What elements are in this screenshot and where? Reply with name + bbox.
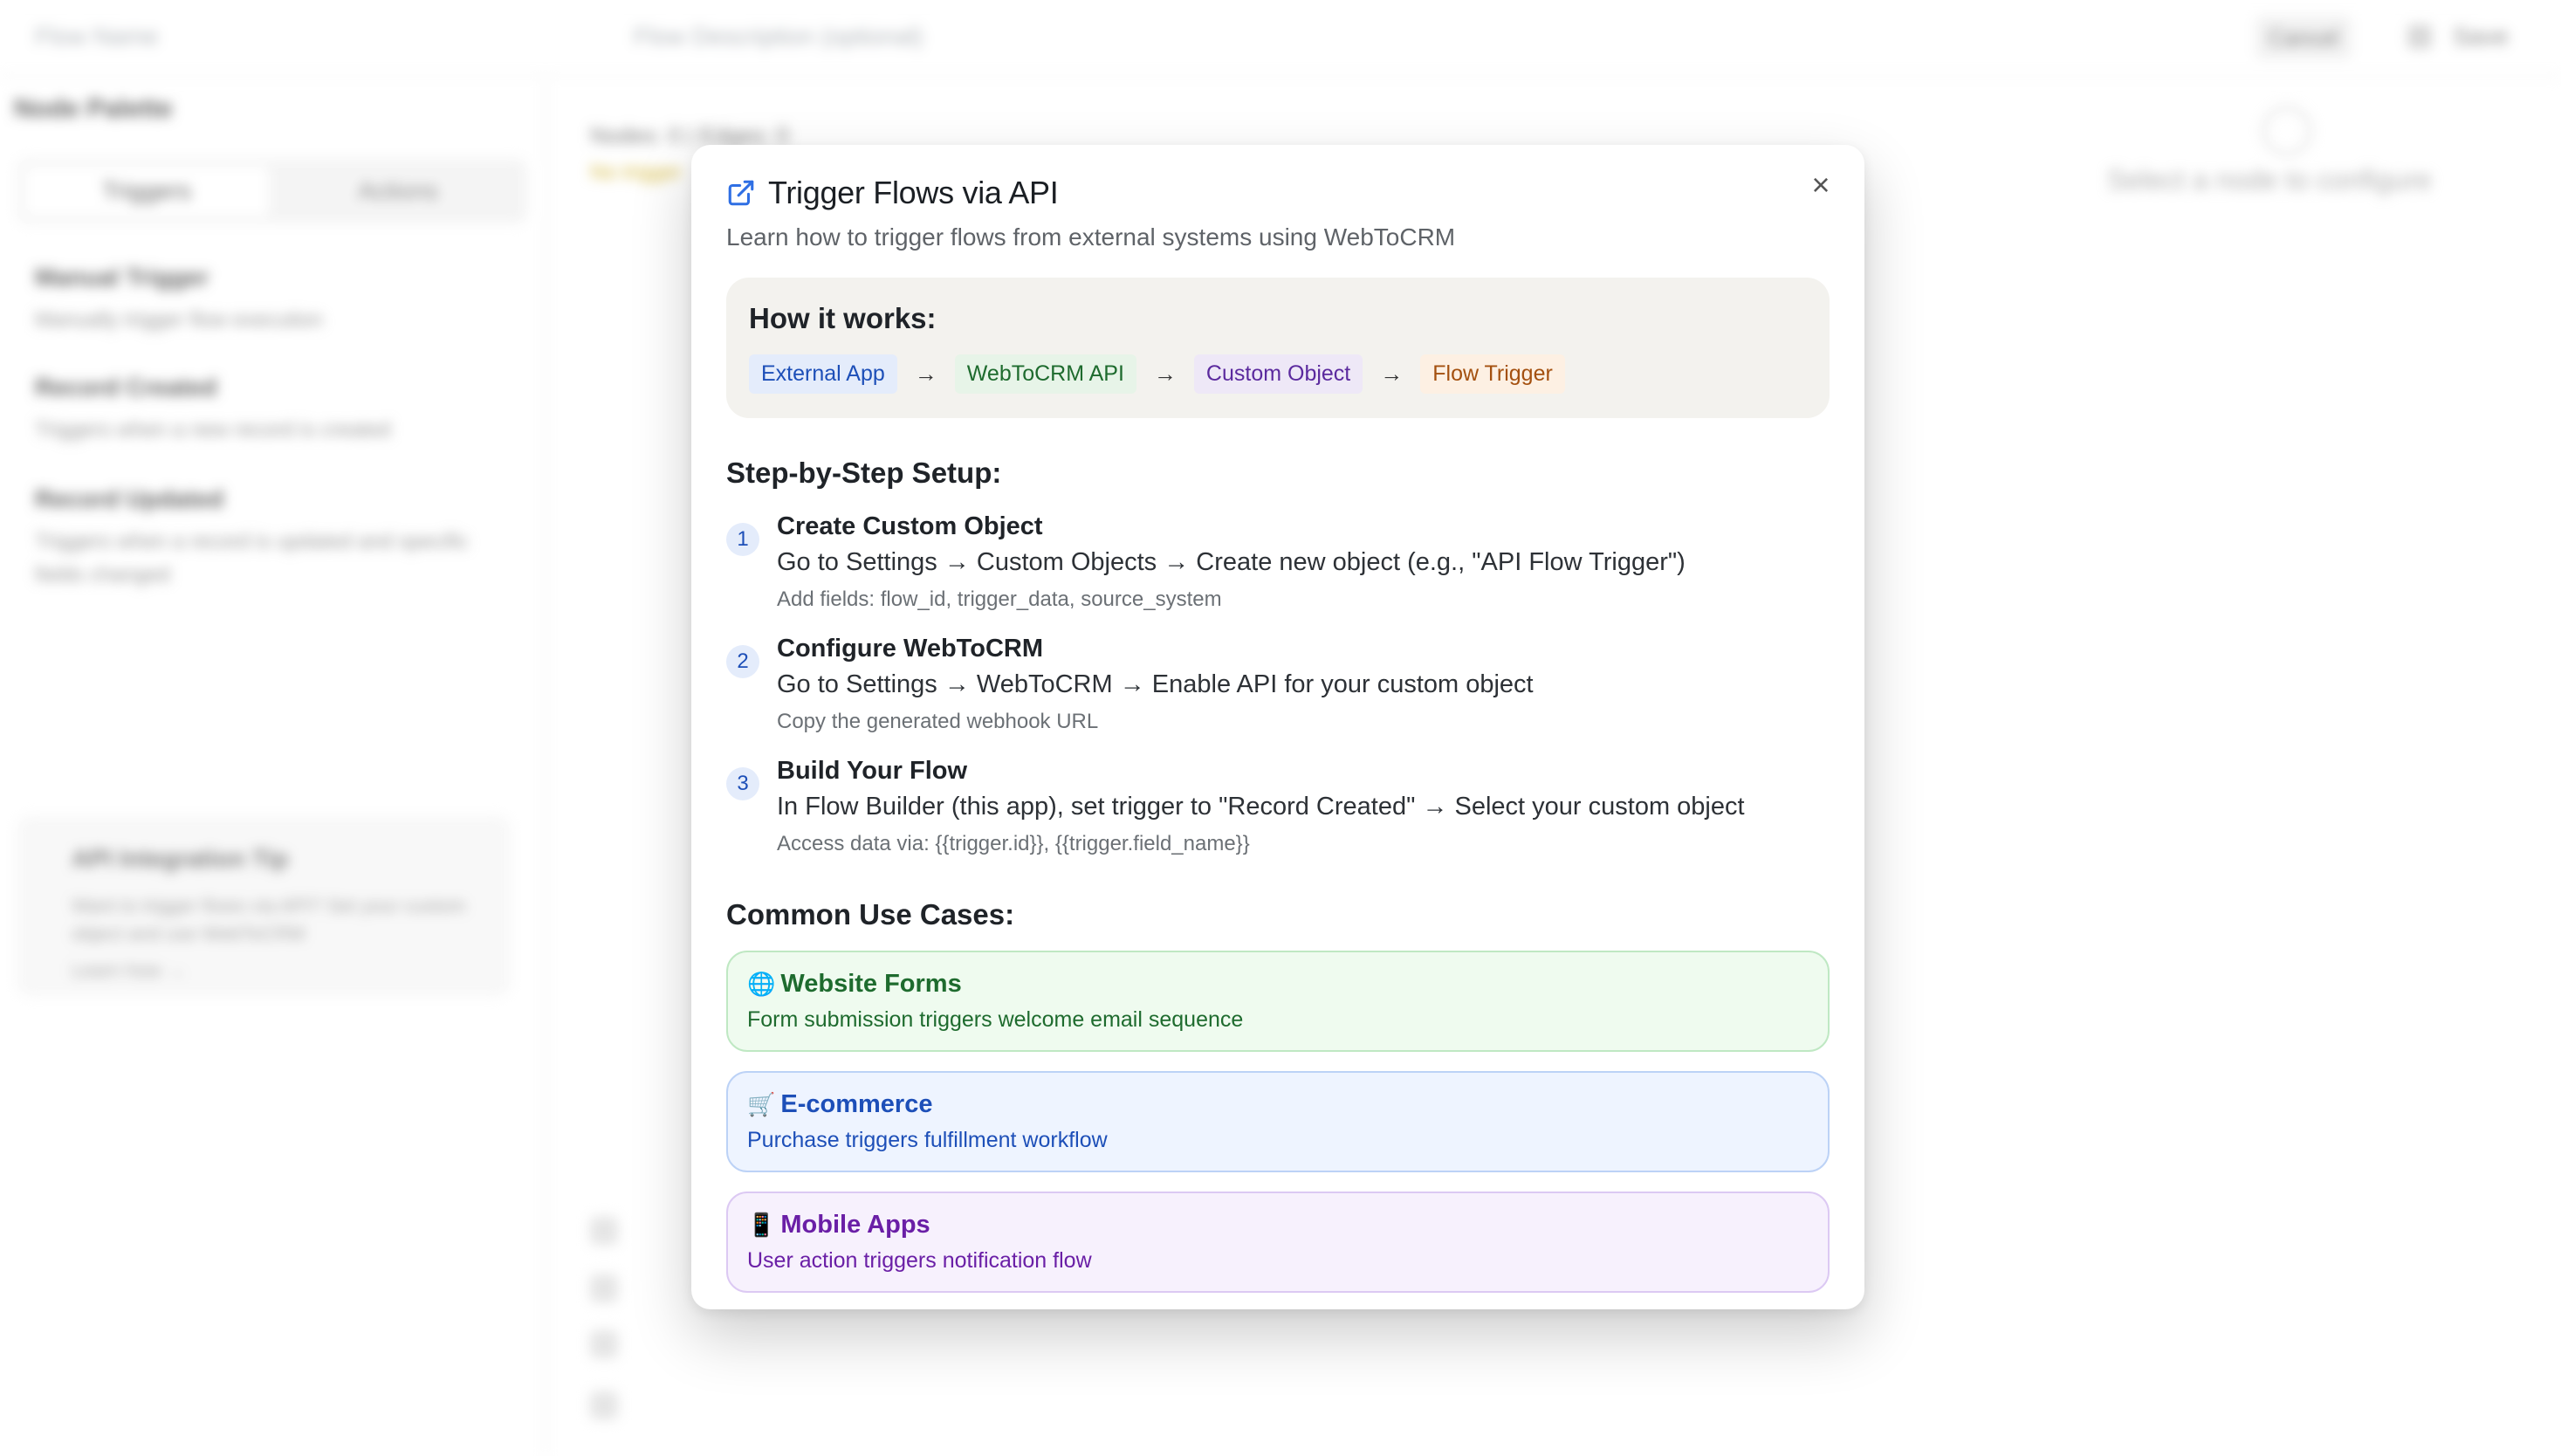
dialog-header: Trigger Flows via API — [726, 175, 1830, 211]
step-title: Build Your Flow — [777, 757, 968, 785]
step-number-badge: 3 — [726, 767, 759, 800]
step-title: Configure WebToCRM — [777, 635, 1043, 663]
how-it-works-box: How it works: External App → WebToCRM AP… — [726, 278, 1830, 418]
external-link-icon — [728, 180, 754, 206]
step-note: Add fields: flow_id, trigger_data, sourc… — [777, 587, 1222, 611]
step-item: 1 Create Custom Object Go to Settings → … — [726, 512, 1830, 612]
chip-custom-object: Custom Object — [1193, 354, 1363, 394]
step-description: Go to Settings → WebToCRM → Enable API f… — [777, 670, 1534, 698]
use-case-title: E-commerce — [780, 1090, 933, 1118]
arrow-right-icon: → — [1153, 361, 1177, 387]
step-number-badge: 1 — [726, 523, 759, 556]
use-case-title: Website Forms — [780, 970, 962, 998]
use-case-ecommerce: 🛒 E-commerce Purchase triggers fulfillme… — [726, 1071, 1830, 1172]
use-case-description: Form submission triggers welcome email s… — [747, 1007, 1244, 1032]
step-note: Access data via: {{trigger.id}}, {{trigg… — [777, 832, 1250, 855]
use-case-website-forms: 🌐 Website Forms Form submission triggers… — [726, 951, 1830, 1052]
use-cases-section-title: Common Use Cases: — [726, 898, 1015, 931]
chip-flow-trigger: Flow Trigger — [1420, 354, 1565, 394]
step-title: Create Custom Object — [777, 512, 1043, 540]
step-description: In Flow Builder (this app), set trigger … — [777, 793, 1745, 821]
steps-section-title: Step-by-Step Setup: — [726, 457, 1002, 489]
how-it-works-title: How it works: — [749, 302, 937, 334]
shopping-cart-icon: 🛒 — [747, 1091, 776, 1118]
step-item: 2 Configure WebToCRM Go to Settings → We… — [726, 635, 1830, 734]
flow-chain: External App → WebToCRM API → Custom Obj… — [749, 354, 1807, 394]
chip-external-app: External App — [749, 354, 897, 394]
chip-webtocrm-api: WebToCRM API — [954, 354, 1136, 394]
step-item: 3 Build Your Flow In Flow Builder (this … — [726, 757, 1830, 856]
close-icon[interactable]: × — [1805, 169, 1837, 201]
use-case-description: Purchase triggers fulfillment workflow — [747, 1128, 1108, 1152]
use-case-mobile-apps: 📱 Mobile Apps User action triggers notif… — [726, 1192, 1830, 1293]
step-note: Copy the generated webhook URL — [777, 710, 1099, 733]
use-case-title: Mobile Apps — [780, 1211, 930, 1239]
arrow-right-icon: → — [1380, 361, 1404, 387]
step-description: Go to Settings → Custom Objects → Create… — [777, 548, 1686, 576]
globe-icon: 🌐 — [747, 971, 776, 998]
use-case-description: User action triggers notification flow — [747, 1248, 1092, 1273]
arrow-right-icon: → — [914, 361, 937, 387]
api-trigger-dialog: × Trigger Flows via API Learn how to tri… — [691, 145, 1864, 1309]
mobile-phone-icon: 📱 — [747, 1212, 776, 1239]
dialog-subtitle: Learn how to trigger flows from external… — [726, 223, 1456, 251]
dialog-title: Trigger Flows via API — [768, 175, 1059, 210]
step-number-badge: 2 — [726, 645, 759, 678]
